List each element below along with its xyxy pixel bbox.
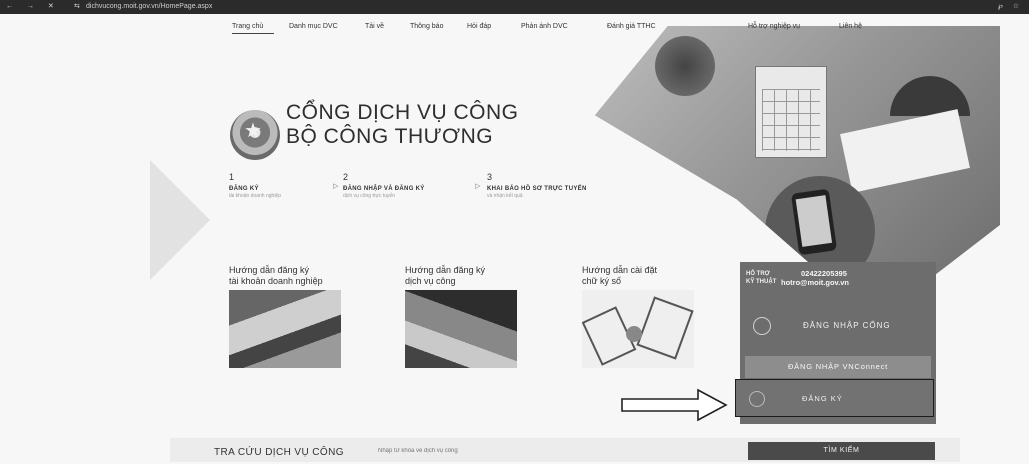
guide-digital-signature-title[interactable]: Hướng dẫn cài đặt chữ ký số bbox=[582, 265, 657, 287]
guide-digital-signature-image[interactable] bbox=[582, 290, 694, 368]
menu-item-downloads[interactable]: Tải về bbox=[365, 23, 384, 30]
step-2: 2 ĐĂNG NHẬP VÀ ĐĂNG KÝ dịch vụ công trực… bbox=[343, 172, 425, 199]
user-add-icon bbox=[749, 391, 765, 407]
step-description: dịch vụ công trực tuyến bbox=[343, 193, 395, 199]
browser-toolbar: ← → ✕ ⇆ dichvucong.moit.gov.vn/HomePage.… bbox=[0, 0, 1029, 14]
portal-login-button[interactable]: ĐĂNG NHẬP CỔNG bbox=[745, 310, 931, 342]
menu-item-faq[interactable]: Hỏi đáp bbox=[467, 23, 491, 30]
guide-business-account-image[interactable] bbox=[229, 290, 341, 368]
step-1: 1 ĐĂNG KÝ tài khoản doanh nghiệp bbox=[229, 172, 281, 199]
address-bar[interactable]: dichvucong.moit.gov.vn/HomePage.aspx bbox=[86, 3, 212, 10]
menu-item-notices[interactable]: Thông báo bbox=[410, 23, 443, 30]
annotation-arrow-icon bbox=[621, 388, 728, 422]
menu-item-feedback[interactable]: Phản ánh DVC bbox=[521, 23, 568, 30]
step-number: 1 bbox=[229, 172, 235, 182]
national-emblem-logo[interactable]: ★ bbox=[230, 110, 280, 160]
menu-item-support[interactable]: Hỗ trợ nghiệp vụ bbox=[748, 23, 800, 30]
menu-item-evaluation[interactable]: Đánh giá TTHC bbox=[607, 23, 656, 30]
step-description: tài khoản doanh nghiệp bbox=[229, 193, 281, 199]
site-info-icon[interactable]: ⇆ bbox=[74, 2, 80, 10]
ministry-title: BỘ CÔNG THƯƠNG bbox=[286, 125, 494, 148]
guide-business-account-title[interactable]: Hướng dẫn đăng ký tài khoản doanh nghiệp bbox=[229, 265, 323, 287]
support-phone: 02422205395 bbox=[801, 269, 847, 278]
browser-extension-icons[interactable]: ℘ ☆ bbox=[998, 2, 1023, 10]
hero-photo bbox=[595, 26, 1000, 281]
portal-title: CỔNG DỊCH VỤ CÔNG bbox=[286, 101, 519, 124]
menu-item-service-catalog[interactable]: Danh mục DVC bbox=[289, 23, 338, 30]
search-input[interactable] bbox=[378, 444, 678, 458]
active-menu-underline bbox=[232, 33, 274, 34]
step-label: ĐĂNG NHẬP VÀ ĐĂNG KÝ bbox=[343, 186, 425, 192]
step-label: KHAI BÁO HỒ SƠ TRỰC TUYẾN bbox=[487, 186, 587, 192]
support-label: HỖ TRỢ KỸ THUẬT bbox=[746, 271, 777, 285]
register-button[interactable]: ĐĂNG KÝ bbox=[735, 379, 934, 417]
step-number: 2 bbox=[343, 172, 349, 182]
plant-image bbox=[655, 36, 715, 96]
vnconnect-login-button[interactable]: ĐĂNG NHẬP VNConnect bbox=[745, 356, 931, 378]
support-email[interactable]: hotro@moit.gov.vn bbox=[777, 278, 849, 287]
support-contact: 02422205395 hotro@moit.gov.vn bbox=[777, 269, 849, 287]
guide-public-service-title[interactable]: Hướng dẫn đăng ký dịch vụ công bbox=[405, 265, 485, 287]
step-description: và nhận kết quả bbox=[487, 193, 523, 199]
menu-item-home[interactable]: Trang chủ bbox=[232, 23, 263, 30]
search-button[interactable]: TÌM KIẾM bbox=[748, 442, 935, 460]
search-title: TRA CỨU DỊCH VỤ CÔNG bbox=[214, 447, 344, 458]
step-number: 3 bbox=[487, 172, 493, 182]
step-arrow-icon: ▷ bbox=[475, 183, 481, 190]
decorative-triangle bbox=[150, 160, 210, 280]
guide-public-service-image[interactable] bbox=[405, 290, 517, 368]
browser-nav-buttons[interactable]: ← → ✕ bbox=[6, 2, 60, 10]
calculator-image bbox=[755, 66, 827, 158]
step-label: ĐĂNG KÝ bbox=[229, 186, 259, 192]
menu-item-contact[interactable]: Liên hệ bbox=[839, 23, 862, 30]
user-icon bbox=[753, 317, 771, 335]
step-arrow-icon: ▷ bbox=[333, 183, 339, 190]
step-3: 3 KHAI BÁO HỒ SƠ TRỰC TUYẾN và nhận kết … bbox=[487, 172, 587, 199]
